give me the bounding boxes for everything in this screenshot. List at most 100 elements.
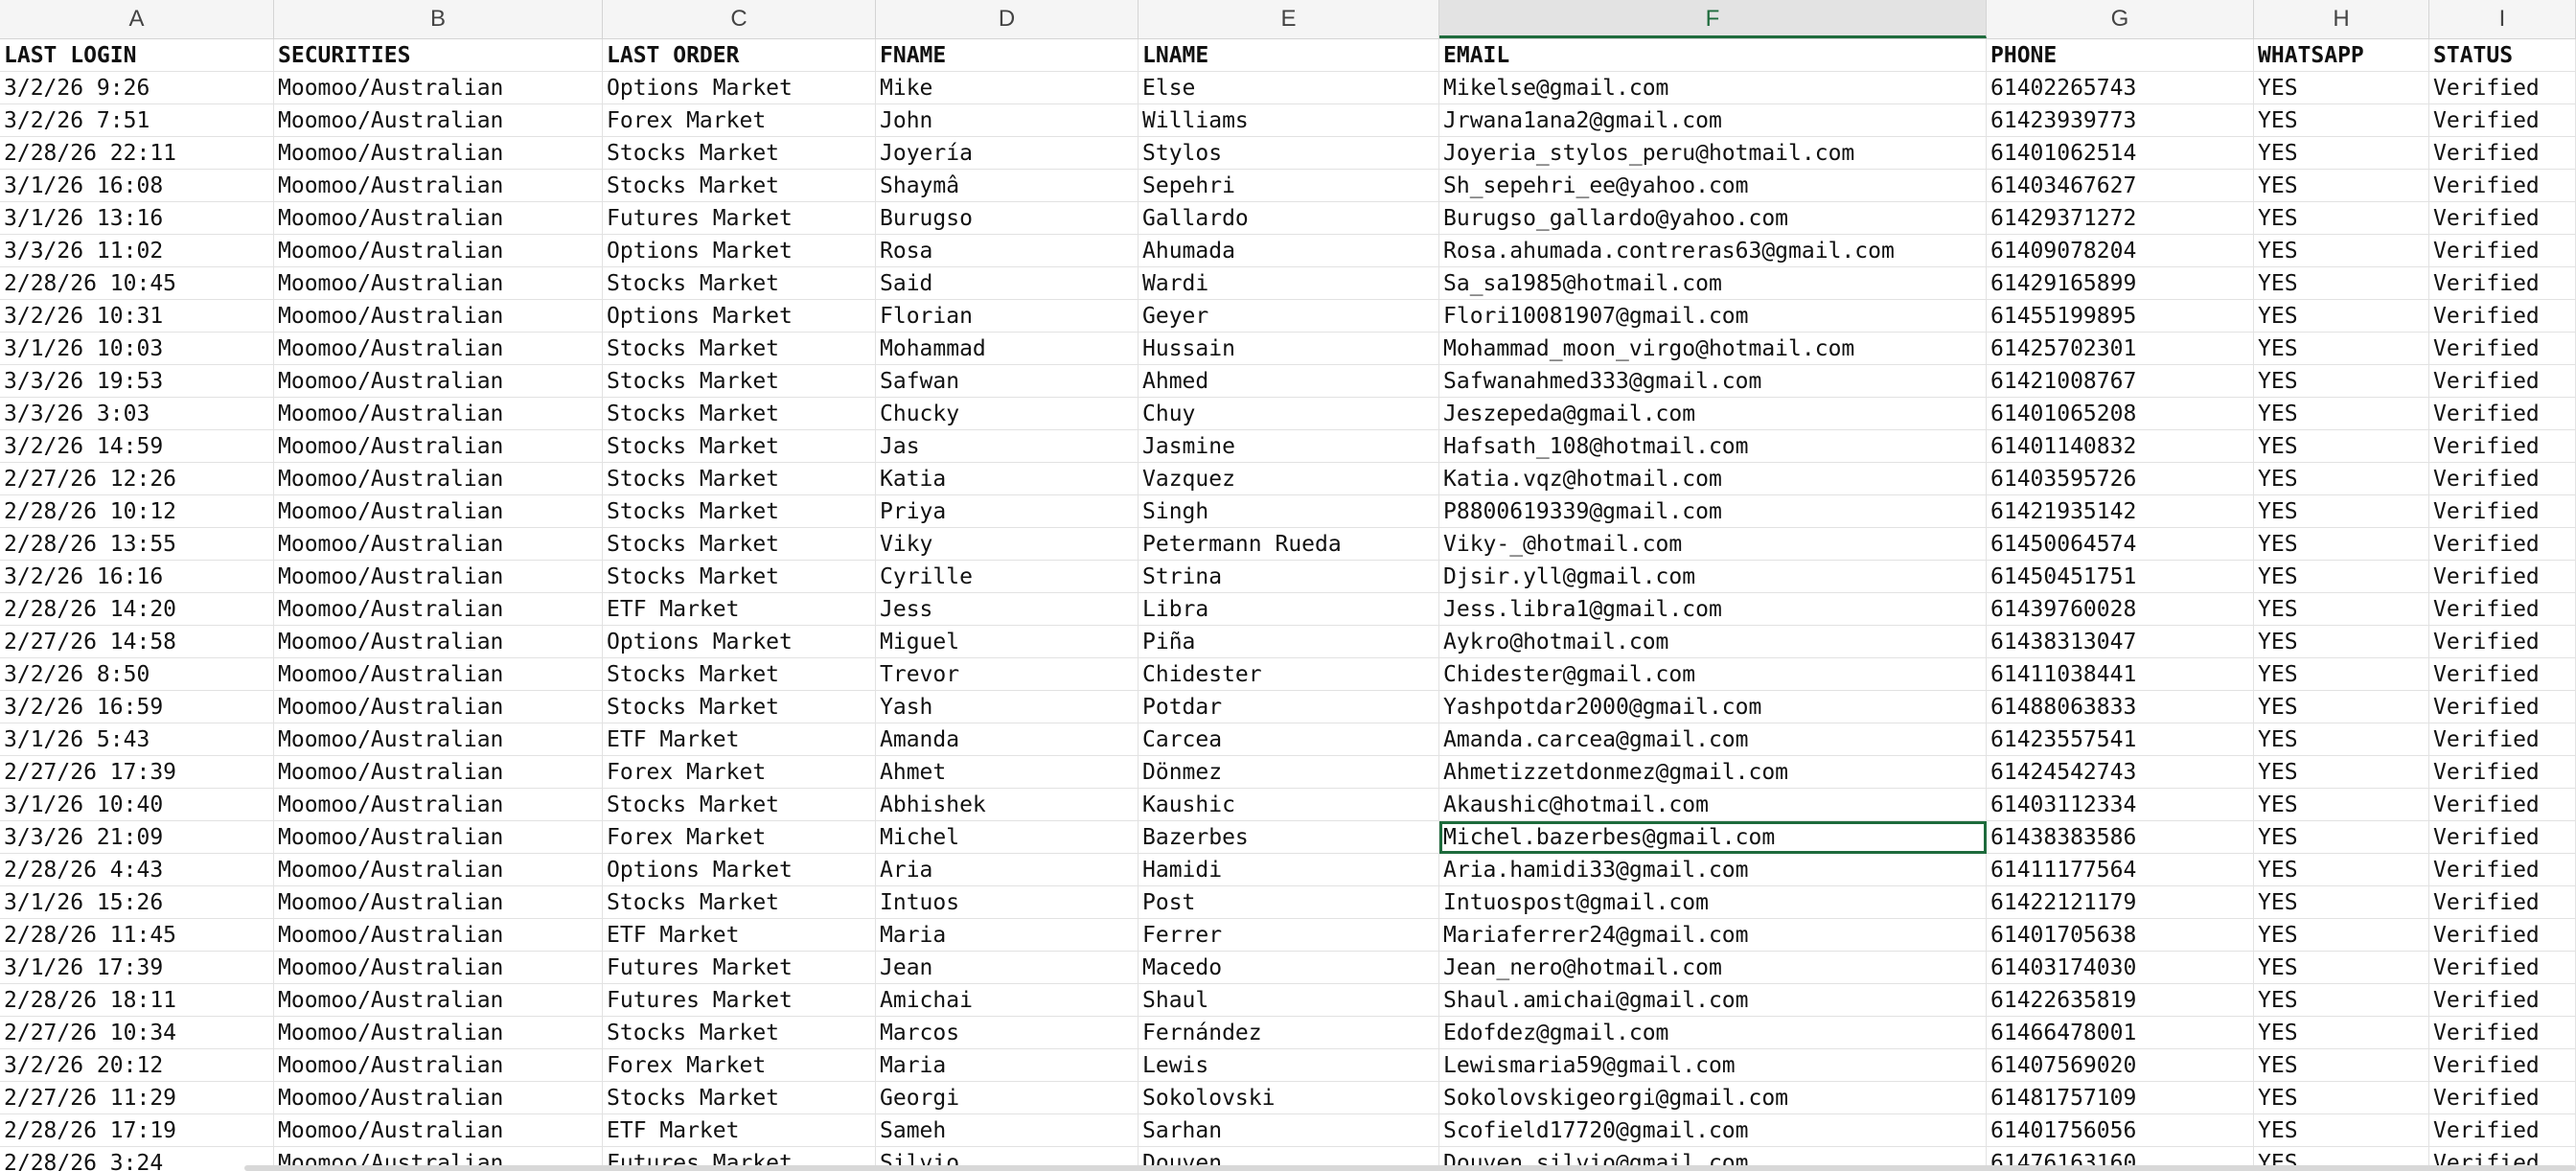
cell-last-order[interactable]: ETF Market bbox=[603, 919, 876, 952]
cell-status[interactable]: Verified bbox=[2429, 952, 2576, 984]
cell-status[interactable]: Verified bbox=[2429, 1017, 2576, 1049]
column-header-d[interactable]: D bbox=[876, 0, 1138, 38]
cell-securities[interactable]: Moomoo/Australian bbox=[274, 919, 603, 952]
cell-status[interactable]: Verified bbox=[2429, 1049, 2576, 1082]
cell-last-login[interactable]: 2/28/26 11:45 bbox=[0, 919, 274, 952]
cell-lname[interactable]: Post bbox=[1138, 886, 1439, 919]
cell-last-order[interactable]: Stocks Market bbox=[603, 170, 876, 202]
cell-phone[interactable]: 61429165899 bbox=[1987, 267, 2254, 300]
column-header-e[interactable]: E bbox=[1138, 0, 1439, 38]
cell-last-login[interactable]: 3/1/26 15:26 bbox=[0, 886, 274, 919]
cell-phone[interactable]: 61403112334 bbox=[1987, 789, 2254, 821]
cell-securities[interactable]: Moomoo/Australian bbox=[274, 723, 603, 756]
cell-securities[interactable]: Moomoo/Australian bbox=[274, 333, 603, 365]
cell-phone[interactable]: 61423557541 bbox=[1987, 723, 2254, 756]
cell-last-order[interactable]: Futures Market bbox=[603, 202, 876, 235]
cell-whatsapp[interactable]: YES bbox=[2254, 430, 2429, 463]
cell-whatsapp[interactable]: YES bbox=[2254, 495, 2429, 528]
cell-lname[interactable]: Singh bbox=[1138, 495, 1439, 528]
cell-email[interactable]: Safwanahmed333@gmail.com bbox=[1439, 365, 1987, 398]
cell-last-login[interactable]: 2/28/26 18:11 bbox=[0, 984, 274, 1017]
cell-lname[interactable]: Lewis bbox=[1138, 1049, 1439, 1082]
cell-securities[interactable]: Moomoo/Australian bbox=[274, 756, 603, 789]
cell-email[interactable]: Hafsath_108@hotmail.com bbox=[1439, 430, 1987, 463]
cell-securities[interactable]: Moomoo/Australian bbox=[274, 300, 603, 333]
cell-fname[interactable]: Amichai bbox=[876, 984, 1138, 1017]
cell-last-login[interactable]: 2/27/26 12:26 bbox=[0, 463, 274, 495]
header-cell-last-login[interactable]: LAST LOGIN bbox=[0, 39, 274, 72]
cell-whatsapp[interactable]: YES bbox=[2254, 170, 2429, 202]
cell-lname[interactable]: Hamidi bbox=[1138, 854, 1439, 886]
cell-fname[interactable]: Safwan bbox=[876, 365, 1138, 398]
cell-phone[interactable]: 61409078204 bbox=[1987, 235, 2254, 267]
cell-last-login[interactable]: 2/28/26 3:24 bbox=[0, 1147, 274, 1171]
cell-lname[interactable]: Macedo bbox=[1138, 952, 1439, 984]
cell-status[interactable]: Verified bbox=[2429, 267, 2576, 300]
cell-last-login[interactable]: 3/2/26 8:50 bbox=[0, 658, 274, 691]
cell-status[interactable]: Verified bbox=[2429, 1114, 2576, 1147]
cell-phone[interactable]: 61403467627 bbox=[1987, 170, 2254, 202]
cell-email[interactable]: Scofield17720@gmail.com bbox=[1439, 1114, 1987, 1147]
cell-lname[interactable]: Libra bbox=[1138, 593, 1439, 626]
cell-securities[interactable]: Moomoo/Australian bbox=[274, 202, 603, 235]
cell-email[interactable]: Aria.hamidi33@gmail.com bbox=[1439, 854, 1987, 886]
cell-lname[interactable]: Ahumada bbox=[1138, 235, 1439, 267]
cell-fname[interactable]: Jess bbox=[876, 593, 1138, 626]
cell-phone[interactable]: 61403174030 bbox=[1987, 952, 2254, 984]
cell-phone[interactable]: 61402265743 bbox=[1987, 72, 2254, 104]
cell-lname[interactable]: Stylos bbox=[1138, 137, 1439, 170]
cell-last-login[interactable]: 3/1/26 5:43 bbox=[0, 723, 274, 756]
cell-fname[interactable]: Rosa bbox=[876, 235, 1138, 267]
cell-whatsapp[interactable]: YES bbox=[2254, 789, 2429, 821]
cell-fname[interactable]: Miguel bbox=[876, 626, 1138, 658]
cell-fname[interactable]: Said bbox=[876, 267, 1138, 300]
cell-status[interactable]: Verified bbox=[2429, 984, 2576, 1017]
cell-phone[interactable]: 61407569020 bbox=[1987, 1049, 2254, 1082]
cell-last-order[interactable]: Options Market bbox=[603, 300, 876, 333]
cell-last-login[interactable]: 3/3/26 21:09 bbox=[0, 821, 274, 854]
cell-email[interactable]: Mohammad_moon_virgo@hotmail.com bbox=[1439, 333, 1987, 365]
cell-fname[interactable]: John bbox=[876, 104, 1138, 137]
header-cell-last-order[interactable]: LAST ORDER bbox=[603, 39, 876, 72]
cell-securities[interactable]: Moomoo/Australian bbox=[274, 137, 603, 170]
cell-securities[interactable]: Moomoo/Australian bbox=[274, 365, 603, 398]
cell-phone[interactable]: 61401065208 bbox=[1987, 398, 2254, 430]
cell-lname[interactable]: Sarhan bbox=[1138, 1114, 1439, 1147]
cell-last-order[interactable]: Stocks Market bbox=[603, 1017, 876, 1049]
cell-email[interactable]: Jean_nero@hotmail.com bbox=[1439, 952, 1987, 984]
cell-phone[interactable]: 61421008767 bbox=[1987, 365, 2254, 398]
cell-email[interactable]: Jrwana1ana2@gmail.com bbox=[1439, 104, 1987, 137]
cell-fname[interactable]: Jean bbox=[876, 952, 1138, 984]
cell-fname[interactable]: Viky bbox=[876, 528, 1138, 561]
cell-status[interactable]: Verified bbox=[2429, 463, 2576, 495]
cell-whatsapp[interactable]: YES bbox=[2254, 723, 2429, 756]
cell-phone[interactable]: 61401756056 bbox=[1987, 1114, 2254, 1147]
cell-whatsapp[interactable]: YES bbox=[2254, 463, 2429, 495]
cell-whatsapp[interactable]: YES bbox=[2254, 561, 2429, 593]
cell-email[interactable]: Sokolovskigeorgi@gmail.com bbox=[1439, 1082, 1987, 1114]
cell-phone[interactable]: 61411038441 bbox=[1987, 658, 2254, 691]
cell-securities[interactable]: Moomoo/Australian bbox=[274, 528, 603, 561]
cell-last-order[interactable]: Stocks Market bbox=[603, 691, 876, 723]
cell-phone[interactable]: 61488063833 bbox=[1987, 691, 2254, 723]
cell-status[interactable]: Verified bbox=[2429, 1082, 2576, 1114]
cell-status[interactable]: Verified bbox=[2429, 104, 2576, 137]
cell-last-login[interactable]: 2/28/26 4:43 bbox=[0, 854, 274, 886]
cell-last-order[interactable]: Options Market bbox=[603, 72, 876, 104]
cell-status[interactable]: Verified bbox=[2429, 626, 2576, 658]
cell-securities[interactable]: Moomoo/Australian bbox=[274, 561, 603, 593]
cell-fname[interactable]: Aria bbox=[876, 854, 1138, 886]
cell-last-login[interactable]: 3/2/26 20:12 bbox=[0, 1049, 274, 1082]
cell-whatsapp[interactable]: YES bbox=[2254, 821, 2429, 854]
cell-status[interactable]: Verified bbox=[2429, 756, 2576, 789]
cell-lname[interactable]: Else bbox=[1138, 72, 1439, 104]
header-cell-phone[interactable]: PHONE bbox=[1987, 39, 2254, 72]
cell-whatsapp[interactable]: YES bbox=[2254, 919, 2429, 952]
cell-securities[interactable]: Moomoo/Australian bbox=[274, 821, 603, 854]
cell-fname[interactable]: Shaymâ bbox=[876, 170, 1138, 202]
cell-phone[interactable]: 61450451751 bbox=[1987, 561, 2254, 593]
cell-whatsapp[interactable]: YES bbox=[2254, 952, 2429, 984]
cell-lname[interactable]: Chuy bbox=[1138, 398, 1439, 430]
cell-status[interactable]: Verified bbox=[2429, 854, 2576, 886]
cell-last-order[interactable]: Stocks Market bbox=[603, 463, 876, 495]
